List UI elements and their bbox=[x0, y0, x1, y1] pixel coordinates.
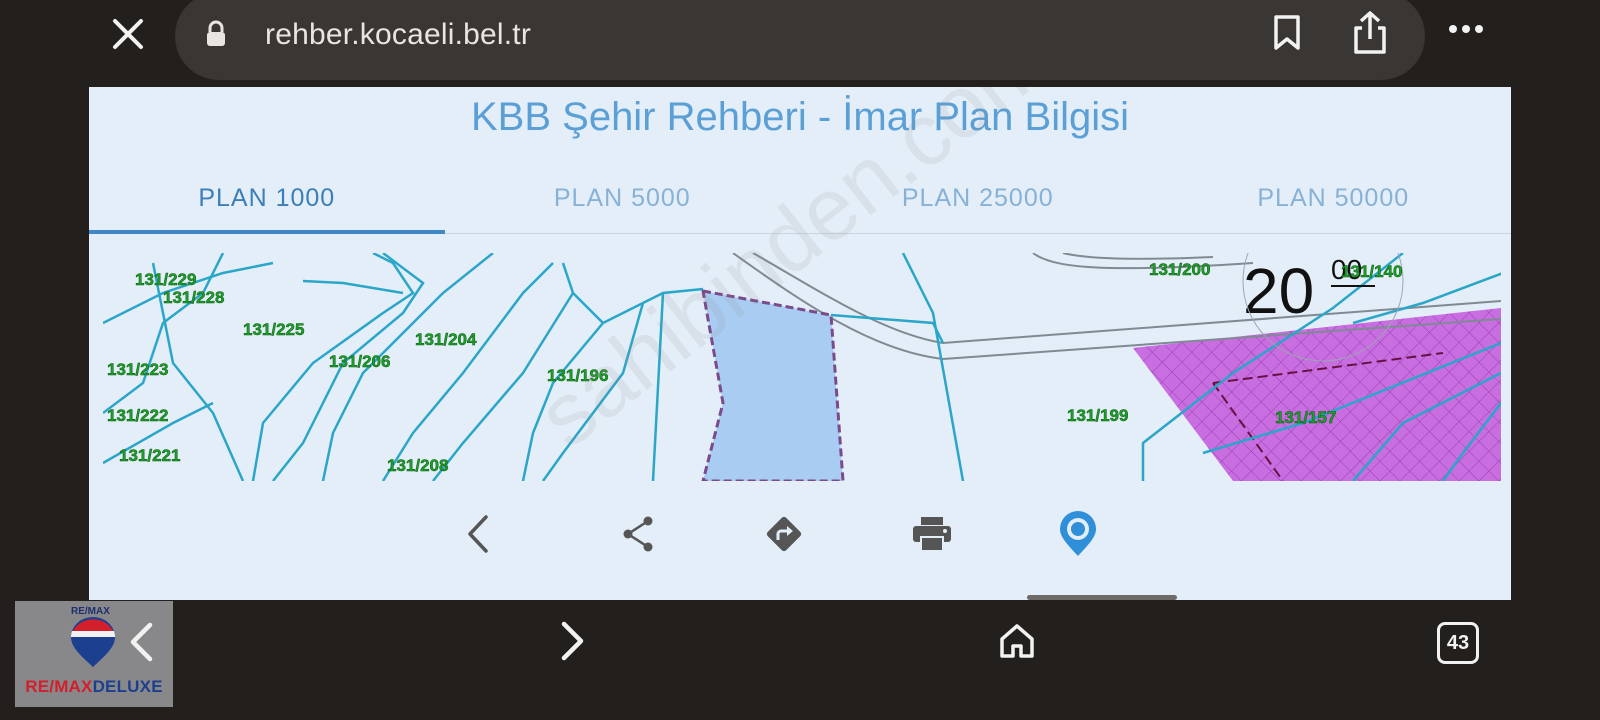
parcel-label: 131/228 bbox=[163, 288, 224, 307]
parcel-label: 131/204 bbox=[415, 330, 477, 349]
tab-plan-5000[interactable]: PLAN 5000 bbox=[445, 173, 801, 233]
page-title: KBB Şehir Rehberi - İmar Plan Bilgisi bbox=[470, 95, 1130, 139]
web-page: KBB Şehir Rehberi - İmar Plan Bilgisi PL… bbox=[89, 87, 1511, 600]
browser-bottom-bar: 43 bbox=[0, 600, 1600, 720]
directions-button[interactable] bbox=[759, 507, 809, 561]
remax-logo-top-text: RE/MAX bbox=[71, 606, 110, 617]
bookmark-icon bbox=[1274, 15, 1300, 50]
tab-count-button[interactable]: 43 bbox=[1437, 622, 1479, 664]
road-curve-2 bbox=[1062, 253, 1214, 260]
overlay-back-chevron-icon bbox=[130, 622, 153, 662]
remax-logo-text: RE/MAXDELUXE bbox=[25, 677, 163, 696]
print-button[interactable] bbox=[907, 507, 957, 561]
home-icon bbox=[1000, 624, 1034, 658]
address-bar[interactable]: rehber.kocaeli.bel.tr bbox=[175, 0, 1425, 80]
location-button[interactable] bbox=[1053, 507, 1103, 561]
parcel-label: 131/157 bbox=[1275, 408, 1336, 427]
chevron-right-icon bbox=[561, 621, 584, 661]
parcel-label: 131/221 bbox=[119, 446, 180, 465]
print-icon bbox=[913, 517, 951, 552]
close-button[interactable] bbox=[108, 14, 148, 54]
more-button[interactable] bbox=[1448, 22, 1484, 40]
parcel-label: 131/225 bbox=[243, 320, 304, 339]
parcel-label: 131/199 bbox=[1067, 406, 1128, 425]
zone-area bbox=[1133, 308, 1501, 481]
map-back-button[interactable] bbox=[453, 507, 503, 561]
balloon-icon bbox=[70, 617, 116, 667]
directions-icon bbox=[766, 516, 802, 552]
back-icon bbox=[468, 515, 488, 553]
parcel-label: 131/206 bbox=[329, 352, 390, 371]
share-icon bbox=[623, 516, 653, 552]
parcel-label: 131/200 bbox=[1149, 260, 1210, 279]
plan-tabs: PLAN 1000 PLAN 5000 PLAN 25000 PLAN 5000… bbox=[89, 173, 1511, 234]
more-icon bbox=[1449, 25, 1483, 33]
location-pin-icon bbox=[1060, 511, 1096, 556]
parcel-label: 131/196 bbox=[547, 366, 608, 385]
home-button[interactable] bbox=[998, 622, 1036, 665]
tab-plan-25000[interactable]: PLAN 25000 bbox=[800, 173, 1156, 233]
browser-forward-button[interactable] bbox=[560, 620, 586, 667]
close-icon bbox=[113, 19, 143, 49]
lock-icon bbox=[207, 20, 225, 46]
parcel-label: 131/223 bbox=[107, 360, 168, 379]
remax-logo: RE/MAX RE/MAXDELUXE bbox=[15, 601, 173, 707]
road-curve bbox=[1032, 253, 1254, 270]
road-label: 20 bbox=[1243, 255, 1314, 327]
map-share-button[interactable] bbox=[613, 507, 663, 561]
share-icon bbox=[1354, 11, 1386, 54]
parcel-label: 131/222 bbox=[107, 406, 168, 425]
tab-plan-50000[interactable]: PLAN 50000 bbox=[1156, 173, 1512, 233]
browser-top-bar: rehber.kocaeli.bel.tr bbox=[0, 0, 1600, 84]
url-text: rehber.kocaeli.bel.tr bbox=[265, 18, 532, 51]
parcel-label: 131/208 bbox=[387, 456, 448, 475]
plan-map[interactable]: 20 00 131/229 131/228 131/225 131/223 13… bbox=[103, 253, 1501, 481]
parcel-label: 131/229 bbox=[135, 270, 196, 289]
tab-plan-1000[interactable]: PLAN 1000 bbox=[89, 173, 445, 234]
share-button[interactable] bbox=[1350, 10, 1390, 61]
map-toolbar bbox=[89, 507, 1511, 567]
selected-parcel[interactable] bbox=[701, 289, 845, 481]
bookmark-button[interactable] bbox=[1272, 14, 1302, 57]
parcel-label: 131/140 bbox=[1341, 262, 1402, 281]
